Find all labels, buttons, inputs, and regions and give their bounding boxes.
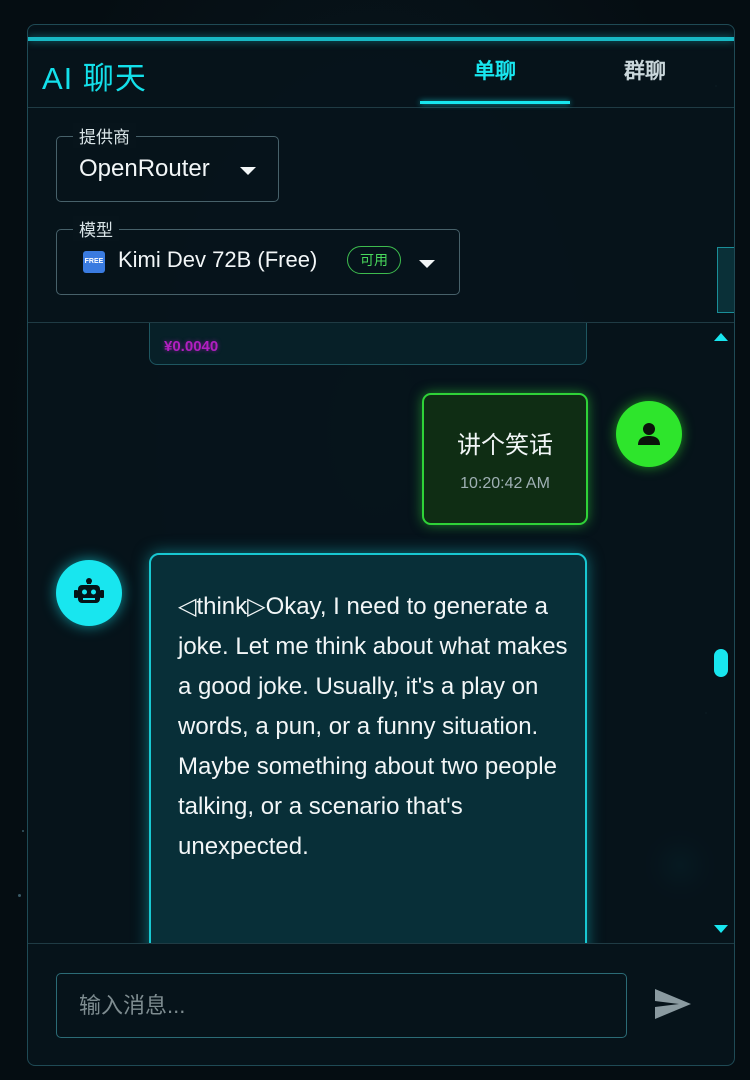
scrollbar-thumb[interactable]: [714, 649, 728, 677]
arrow-up-icon[interactable]: [714, 333, 728, 341]
user-avatar: [616, 401, 682, 467]
robot-icon: [74, 578, 104, 603]
model-value: Kimi Dev 72B (Free): [118, 247, 318, 272]
chat-panel: AI 聊天 单聊 群聊 提供商 OpenRouter 模型 FREE Kimi …: [27, 24, 735, 1066]
status-badge: 可用: [347, 246, 401, 274]
send-icon: [655, 988, 691, 1019]
user-message-bubble: 讲个笑话 10:20:42 AM: [422, 393, 588, 525]
app-title: AI 聊天: [42, 61, 147, 96]
chevron-down-icon: [240, 167, 256, 175]
settings-area: 提供商 OpenRouter 模型 FREE Kimi Dev 72B (Fre…: [28, 108, 734, 323]
provider-select[interactable]: 提供商 OpenRouter: [56, 123, 279, 202]
user-icon: [638, 423, 660, 445]
provider-value: OpenRouter: [79, 155, 210, 182]
bot-avatar: [56, 560, 122, 626]
message-input[interactable]: [56, 973, 627, 1038]
scrollbar-track-segment: [717, 247, 734, 313]
message-timestamp: 10:20:42 AM: [460, 475, 550, 492]
app-background: AI 聊天 单聊 群聊 提供商 OpenRouter 模型 FREE Kimi …: [0, 0, 750, 1080]
message-list: ¥0.0040 讲个笑话 10:20:42 AM ◁think▷Okay, I …: [28, 323, 708, 943]
tab-group-chat[interactable]: 群聊: [570, 55, 720, 85]
model-label: 模型: [73, 216, 119, 241]
free-icon: FREE: [83, 251, 105, 273]
decor-dot: [18, 894, 21, 897]
model-select[interactable]: 模型 FREE Kimi Dev 72B (Free) 可用: [56, 216, 460, 295]
message-cost: ¥0.0040: [164, 338, 219, 355]
user-message-text: 讲个笑话: [457, 432, 553, 459]
active-tab-indicator: [420, 101, 570, 104]
assistant-message-bubble: ◁think▷Okay, I need to generate a joke. …: [149, 553, 587, 943]
assistant-message-text: ◁think▷Okay, I need to generate a joke. …: [178, 593, 568, 860]
chat-scrollbar[interactable]: [708, 323, 734, 943]
provider-label: 提供商: [73, 123, 136, 148]
assistant-message-bubble: ¥0.0040: [149, 323, 587, 365]
decor-dot: [22, 830, 24, 832]
composer: [28, 943, 734, 1065]
tab-single-chat[interactable]: 单聊: [420, 55, 570, 85]
header: AI 聊天 单聊 群聊: [28, 41, 734, 108]
send-button[interactable]: [648, 985, 698, 1025]
chevron-down-icon: [419, 260, 435, 268]
arrow-down-icon[interactable]: [714, 925, 728, 933]
